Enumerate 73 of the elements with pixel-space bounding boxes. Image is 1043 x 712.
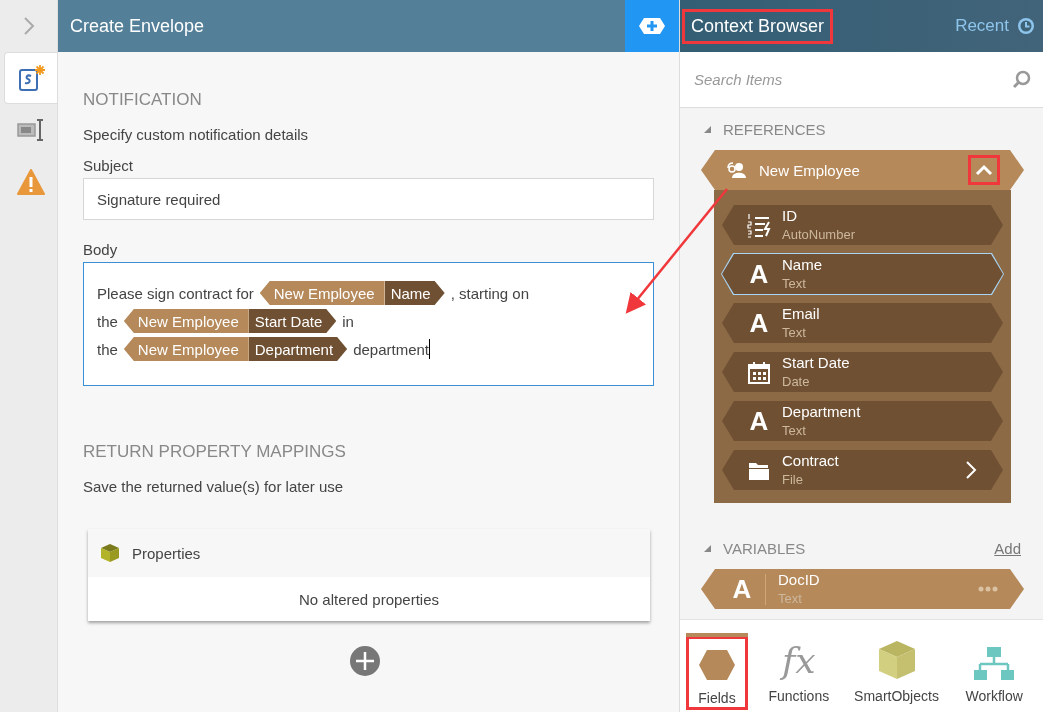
- field-name: Start Date: [782, 353, 851, 372]
- hierarchy-icon: [974, 646, 1015, 680]
- body-text: the: [97, 312, 118, 330]
- field-item[interactable]: Start Date Date: [721, 351, 1004, 393]
- card-title: Properties: [132, 544, 201, 562]
- field-name: ID: [782, 206, 798, 225]
- script-document-icon: [17, 64, 45, 92]
- subject-field[interactable]: Signature required: [83, 178, 654, 220]
- search-field[interactable]: Search Items: [680, 52, 1043, 108]
- field-name: Name: [782, 255, 823, 274]
- collapse-button[interactable]: [968, 155, 1000, 185]
- field-name: Department: [782, 402, 862, 421]
- section-heading: REFERENCES: [723, 120, 827, 138]
- cube-icon: [876, 640, 917, 680]
- hexagon-icon: [697, 648, 737, 682]
- warning-icon: [16, 168, 45, 196]
- field-type: Date: [782, 373, 811, 391]
- bottom-tab[interactable]: Fields: [686, 636, 748, 710]
- field-label: Subject: [83, 157, 135, 174]
- add-button[interactable]: [625, 0, 679, 52]
- search-input[interactable]: Search Items: [694, 59, 1012, 100]
- text-type-icon: A: [746, 258, 772, 290]
- section-heading: NOTIFICATION: [83, 90, 203, 110]
- body-text: , starting on: [450, 284, 530, 302]
- body-field[interactable]: Please sign contract for New Employee Name , starting on the New Employee Start Date in the New Employee Department department: [83, 262, 654, 386]
- cube-icon: [100, 543, 120, 563]
- field-type: Text: [782, 324, 807, 342]
- field-label: Body: [83, 241, 119, 258]
- people-icon: [727, 161, 747, 179]
- field-type: File: [782, 471, 804, 489]
- clock-icon: [1017, 17, 1035, 35]
- text-type-icon: A: [746, 405, 772, 437]
- empty-message: No altered properties: [297, 589, 441, 610]
- bottom-tab[interactable]: SmartObjects: [847, 620, 946, 712]
- field-type: Text: [782, 422, 807, 440]
- token-field[interactable]: Department: [248, 337, 348, 361]
- body-text: Please sign contract for: [97, 284, 254, 302]
- field-item[interactable]: Contract File: [721, 449, 1004, 491]
- panel-title: Create Envelope: [70, 15, 205, 37]
- body-text: the: [97, 340, 118, 358]
- field-item[interactable]: ID AutoNumber: [721, 204, 1004, 246]
- expand-icon: [21, 16, 35, 36]
- add-link[interactable]: Add: [994, 539, 1021, 557]
- field-type: AutoNumber: [782, 226, 856, 244]
- field-name: Email: [782, 304, 821, 323]
- calendar-icon: [748, 360, 770, 384]
- section-description: Save the returned value(s) for later use: [83, 478, 345, 495]
- section-heading: VARIABLES: [723, 539, 807, 557]
- bottom-tab[interactable]: fx Functions: [750, 620, 848, 712]
- field-name: Contract: [782, 451, 840, 470]
- more-icon: [978, 586, 998, 592]
- variable-name: DocID: [778, 570, 821, 589]
- numbered-list-icon: [747, 212, 771, 238]
- body-text: in: [342, 312, 354, 330]
- variable-type: Text: [778, 590, 803, 608]
- body-text: department: [353, 340, 429, 358]
- token-field[interactable]: Name: [384, 281, 445, 305]
- text-type-icon: A: [746, 307, 772, 339]
- add-icon: [348, 645, 381, 677]
- collapse-icon[interactable]: [704, 125, 711, 133]
- token-field[interactable]: Start Date: [248, 309, 337, 333]
- field-type: Text: [782, 275, 807, 293]
- section-description: Specify custom notification details: [83, 126, 310, 143]
- search-icon: [1012, 70, 1031, 89]
- add-icon: [638, 17, 666, 35]
- section-heading: RETURN PROPERTY MAPPINGS: [83, 442, 347, 462]
- form-field-icon: [16, 117, 45, 143]
- collapse-icon[interactable]: [704, 544, 711, 552]
- sidebar-tab[interactable]: [4, 52, 57, 104]
- add-button[interactable]: [348, 645, 381, 677]
- bottom-tab[interactable]: Workflow: [945, 620, 1043, 712]
- collapse-icon: [974, 162, 994, 178]
- panel-title: Context Browser: [682, 8, 834, 44]
